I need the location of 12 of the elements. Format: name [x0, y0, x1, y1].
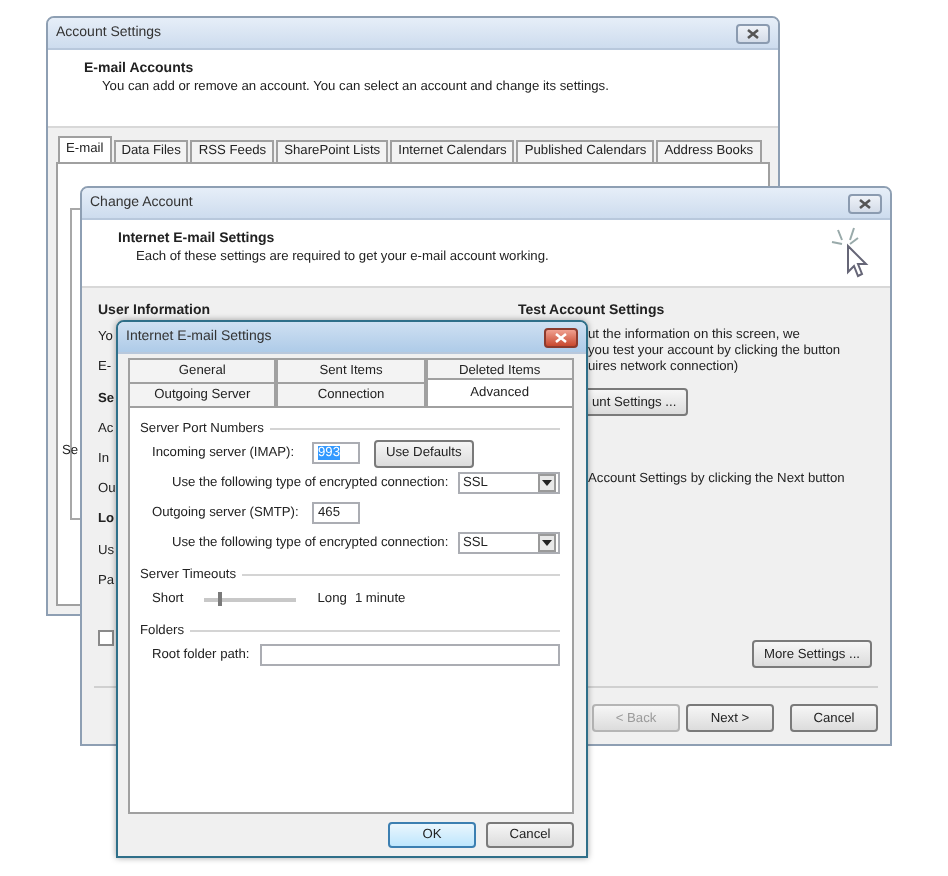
close-icon [746, 27, 760, 39]
slider-thumb[interactable] [217, 591, 222, 605]
caret-icon [542, 480, 552, 486]
close-button[interactable] [544, 327, 578, 347]
input-field[interactable] [260, 644, 560, 666]
close-button[interactable] [736, 23, 770, 43]
close-icon [554, 331, 568, 343]
cursor-icon [830, 226, 874, 278]
caret-icon [542, 540, 552, 546]
close-icon [858, 197, 872, 209]
close-button[interactable] [848, 193, 882, 213]
checkbox[interactable] [98, 629, 114, 646]
